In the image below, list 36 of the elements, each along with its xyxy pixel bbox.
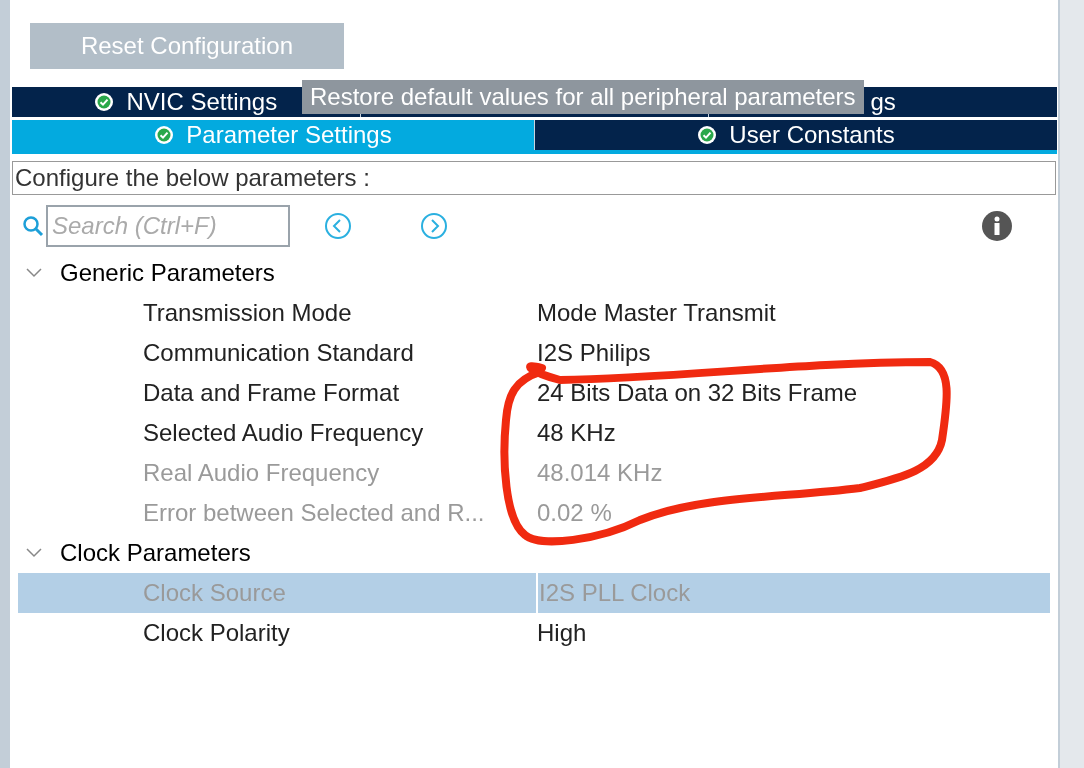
group-title: Clock Parameters	[60, 538, 251, 568]
previous-circle-icon[interactable]	[324, 212, 352, 240]
parameter-name: Clock Polarity	[142, 618, 291, 648]
search-icon	[22, 215, 44, 237]
parameter-name: Real Audio Frequency	[142, 458, 381, 488]
check-circle-icon	[697, 125, 718, 145]
parameter-name: Clock Source	[142, 578, 287, 608]
parameter-value: 48.014 KHz	[536, 458, 664, 488]
parameter-value: 24 Bits Data on 32 Bits Frame	[536, 378, 859, 408]
parameter-row[interactable]: Communication Standard I2S Philips	[18, 333, 1050, 373]
chevron-down-icon[interactable]	[26, 548, 42, 558]
search-field[interactable]: Search (Ctrl+F)	[46, 205, 290, 247]
parameter-name: Transmission Mode	[142, 298, 353, 328]
parameter-name: Error between Selected and R...	[142, 498, 486, 528]
parameter-value: 48 KHz	[536, 418, 617, 448]
group-title: Generic Parameters	[60, 258, 275, 288]
parameter-value: 0.02 %	[536, 498, 613, 528]
parameter-name: Communication Standard	[142, 338, 415, 368]
tab[interactable]: User Constants	[535, 120, 1057, 150]
check-circle-icon	[154, 125, 175, 145]
parameter-value: I2S Philips	[536, 338, 652, 368]
chevron-down-icon[interactable]	[26, 268, 42, 278]
tooltip: Restore default values for all peripheral parameters	[302, 80, 864, 114]
parameter-value: Mode Master Transmit	[536, 298, 777, 328]
parameter-name: Selected Audio Frequency	[142, 418, 425, 448]
parameter-value: I2S PLL Clock	[536, 573, 1050, 613]
parameter-row[interactable]: Selected Audio Frequency 48 KHz	[18, 413, 1050, 453]
info-icon[interactable]	[981, 210, 1013, 242]
instruction-text: Configure the below parameters :	[12, 161, 1056, 195]
parameter-row[interactable]: Data and Frame Format 24 Bits Data on 32 Bits Frame	[18, 373, 1050, 413]
next-circle-icon[interactable]	[420, 212, 448, 240]
parameter-row[interactable]: Clock Polarity High	[18, 613, 1050, 653]
check-circle-icon	[94, 92, 115, 112]
parameter-value: High	[536, 618, 588, 648]
parameter-row[interactable]: Transmission Mode Mode Master Transmit	[18, 293, 1050, 333]
parameter-name: Data and Frame Format	[142, 378, 401, 408]
